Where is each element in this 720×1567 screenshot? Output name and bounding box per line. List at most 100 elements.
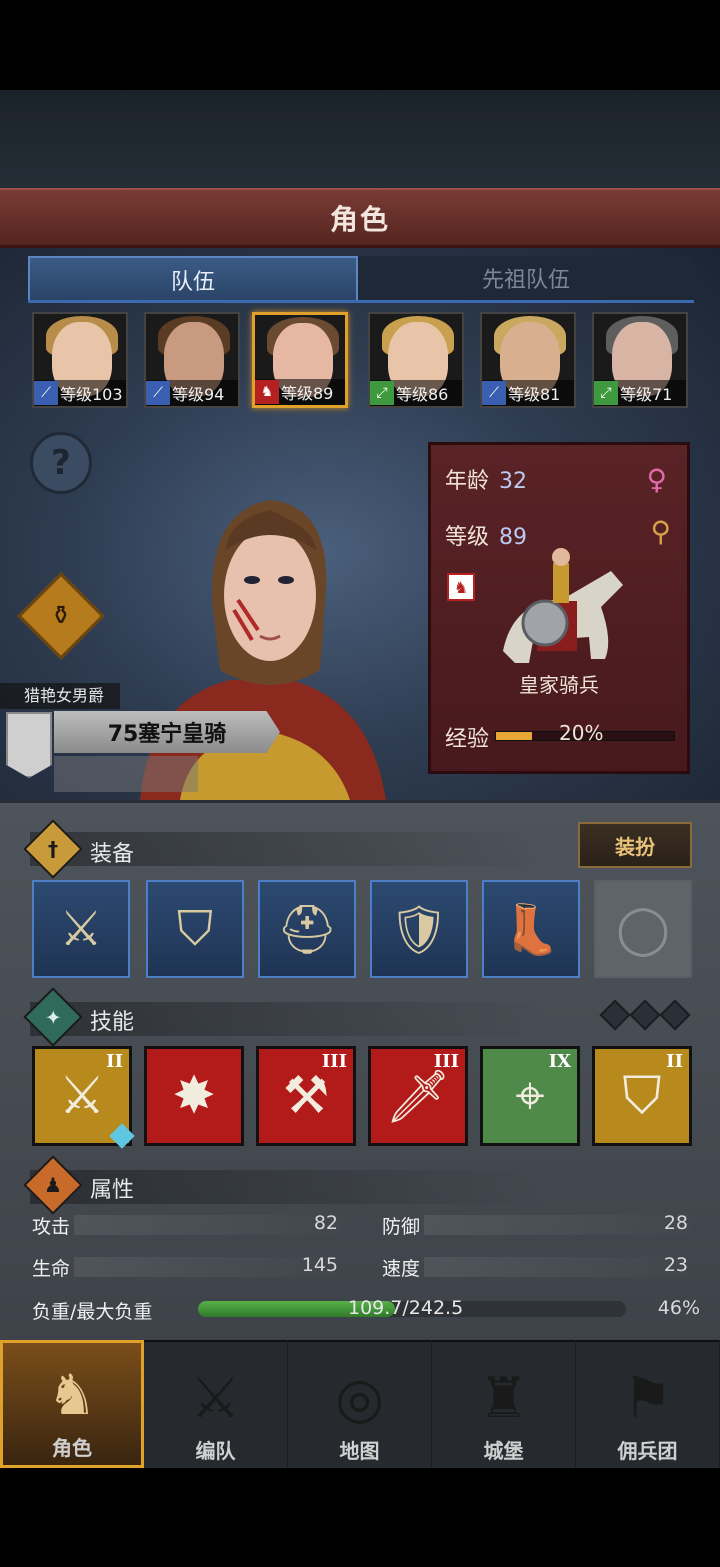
lance-charge-icon: ⚔	[58, 1066, 106, 1126]
speed-value: 23	[663, 1254, 688, 1276]
attack-label: 攻击	[32, 1216, 71, 1238]
exp-bar-fill	[496, 732, 532, 740]
party-member-portrait[interactable]: ⤢ 等级71	[592, 312, 688, 408]
bow-icon: ⤢	[370, 381, 394, 405]
party-member-portrait[interactable]: ♞ 等级89	[252, 312, 348, 408]
level-label: 等级	[445, 525, 490, 550]
portrait-level-text: 等级89	[281, 384, 334, 403]
question-icon: ?	[51, 443, 71, 483]
status-bar	[0, 0, 720, 90]
equipment-slot-helmet[interactable]: ⛑	[258, 880, 356, 978]
ring-icon[interactable]: ⚲	[650, 515, 671, 548]
sword-icon: ⟋	[482, 381, 506, 405]
guard-icon: ⛉	[622, 1065, 662, 1126]
nav-label: 城堡	[483, 1439, 524, 1463]
exp-label: 经验	[445, 727, 490, 752]
hero-name: 75塞宁皇骑	[107, 722, 227, 747]
nav-label: 角色	[52, 1436, 92, 1460]
skill-target[interactable]: ⌖ IX	[480, 1046, 580, 1146]
exp-percent: 20%	[559, 721, 604, 745]
shield-icon: ⛉	[176, 900, 213, 957]
home-indicator-area	[0, 1468, 720, 1567]
tab-ancestor-party[interactable]: 先祖队伍	[358, 256, 694, 302]
party-member-portrait[interactable]: ⤢ 等级86	[368, 312, 464, 408]
skill-guard[interactable]: ⛉ II	[592, 1046, 692, 1146]
sword-icon: ⚔	[59, 901, 103, 957]
sword-icon: ⟋	[34, 381, 58, 405]
nav-label: 地图	[339, 1439, 380, 1463]
heraldry-shield-icon[interactable]	[6, 712, 52, 778]
portrait-level-text: 等级81	[508, 385, 561, 404]
hp-value: 145	[301, 1254, 338, 1276]
royal-cavalry-figure	[503, 548, 623, 663]
bow-icon: ⤢	[594, 381, 618, 405]
hp-label: 生命	[32, 1258, 71, 1280]
skill-rank: III	[433, 1051, 459, 1072]
load-label: 负重/最大负重	[32, 1301, 153, 1323]
equipment-slot-boots[interactable]: 👢	[482, 880, 580, 978]
boots-icon: 👢	[501, 901, 561, 958]
page-title: 角色	[329, 202, 390, 236]
speed-label: 速度	[382, 1258, 421, 1280]
portrait-level-text: 等级86	[396, 385, 449, 404]
star-icon: ✦	[44, 1004, 62, 1029]
class-info-panel: 年龄 32 ♀ 等级 89 ⚲ ♞ 皇家骑兵 经验 20%	[428, 442, 690, 774]
portrait-level: ⤢ 等级71	[594, 380, 686, 406]
nav-icon: ♞	[46, 1363, 98, 1428]
horse-icon: ♞	[255, 380, 279, 404]
portrait-level: ⤢ 等级86	[370, 380, 462, 406]
equipment-slot-ring[interactable]: ◯	[594, 880, 692, 978]
portrait-level: ⟋ 等级81	[482, 380, 574, 406]
nav-item[interactable]: ♞ 角色	[0, 1340, 144, 1468]
portrait-level: ⟋ 等级94	[146, 380, 238, 406]
nav-item[interactable]: ♜ 城堡	[432, 1340, 576, 1468]
dagger-icon: †	[48, 837, 58, 861]
sword-strike-icon: 🗡	[384, 1066, 451, 1127]
skill-rank: III	[321, 1051, 347, 1072]
help-button[interactable]: ?	[30, 432, 92, 494]
defense-value: 28	[663, 1212, 688, 1234]
sword-icon: ⟋	[146, 381, 170, 405]
header-background	[0, 90, 720, 190]
equipment-slot-armor[interactable]: 🛡	[370, 880, 468, 978]
skill-lance-charge[interactable]: ⚔ II	[32, 1046, 135, 1149]
party-member-portrait[interactable]: ⟋ 等级94	[144, 312, 240, 408]
party-member-portrait[interactable]: ⟋ 等级81	[480, 312, 576, 408]
skill-sword-strike[interactable]: 🗡 III	[368, 1046, 468, 1146]
equipment-slot-shield[interactable]: ⛉	[146, 880, 244, 978]
nav-item[interactable]: ◎ 地图	[288, 1340, 432, 1468]
skill-rank: II	[666, 1051, 683, 1072]
skill-rank: II	[106, 1051, 123, 1072]
skill-rank: IX	[548, 1051, 571, 1072]
tab-party[interactable]: 队伍	[28, 256, 358, 302]
cleave-icon: ⚒	[282, 1066, 330, 1126]
portrait-level-text: 等级94	[172, 385, 225, 404]
hero-name-plate[interactable]: 75塞宁皇骑	[54, 711, 280, 753]
ring-icon: ◯	[616, 901, 670, 957]
nav-icon: ⚑	[622, 1366, 673, 1431]
skill-shield-bash[interactable]: ✸	[144, 1046, 244, 1146]
potion-icon: ⚱	[50, 600, 72, 631]
defense-label: 防御	[382, 1216, 421, 1238]
load-value: 109.7/242.5	[348, 1297, 464, 1319]
hero-title: 猎艳女男爵	[0, 683, 120, 709]
age-label: 年龄	[445, 469, 490, 494]
nav-label: 佣兵团	[617, 1439, 678, 1463]
nav-item[interactable]: ⚔ 编队	[144, 1340, 288, 1468]
skill-cleave[interactable]: ⚒ III	[256, 1046, 356, 1146]
outfit-button[interactable]: 装扮	[578, 822, 692, 868]
equipment-slot-sword[interactable]: ⚔	[32, 880, 130, 978]
nav-icon: ♜	[478, 1366, 529, 1431]
nav-item[interactable]: ⚑ 佣兵团	[576, 1340, 720, 1468]
figure-icon: ♟	[44, 1173, 62, 1197]
portrait-level: ♞ 等级89	[255, 379, 345, 405]
helmet-icon: ⛑	[276, 901, 338, 958]
equipment-label: 装备	[90, 842, 135, 867]
tab-party-label: 队伍	[170, 270, 215, 295]
skill-sub-badge	[109, 1123, 135, 1149]
nav-icon: ◎	[335, 1366, 384, 1431]
target-icon: ⌖	[515, 1065, 545, 1126]
attributes-label: 属性	[90, 1178, 135, 1203]
nav-icon: ⚔	[190, 1366, 241, 1431]
party-member-portrait[interactable]: ⟋ 等级103	[32, 312, 128, 408]
